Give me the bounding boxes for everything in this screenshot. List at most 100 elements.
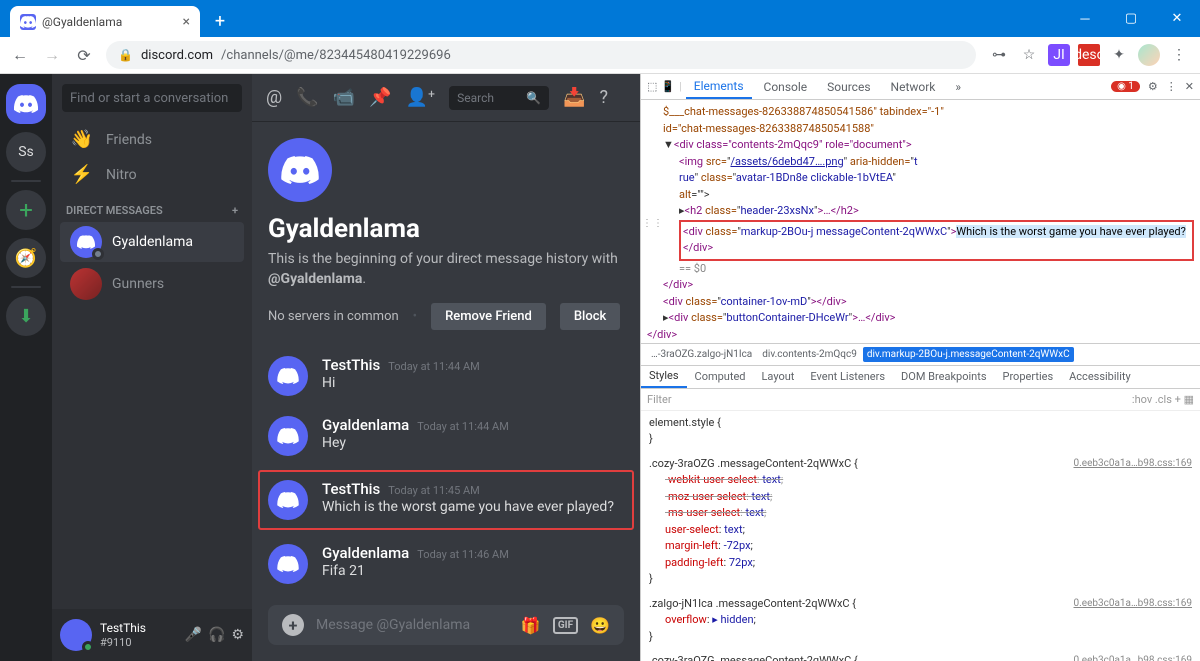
discord-favicon (20, 14, 36, 30)
chat-search[interactable]: Search🔍 (449, 86, 549, 110)
extension-1[interactable]: JI (1048, 44, 1070, 66)
user-area: TestThis#9110 🎤🎧⚙ (52, 609, 252, 661)
menu-icon[interactable]: ⋮ (1168, 44, 1190, 66)
inspect-icon[interactable]: ⬚ (647, 80, 657, 93)
tab-computed[interactable]: Computed (687, 366, 754, 387)
drag-handle[interactable]: ⋮⋮⋮ (641, 218, 664, 229)
message-author: TestThis (322, 356, 380, 374)
styles-panel[interactable]: element.style {}0.eeb3c0a1a…b98.css:169.… (641, 411, 1200, 661)
close-devtools[interactable]: ✕ (1185, 80, 1194, 93)
extensions-icon[interactable]: ✦ (1108, 44, 1130, 66)
window-titlebar: @Gyaldenlama × + ─ ▢ ✕ (0, 0, 1200, 37)
tab-styles[interactable]: Styles (641, 365, 687, 388)
close-window-button[interactable]: ✕ (1154, 0, 1200, 37)
tab-listeners[interactable]: Event Listeners (802, 366, 893, 387)
conversation-search[interactable]: Find or start a conversation (62, 84, 242, 112)
url-input[interactable]: 🔒 discord.com/channels/@me/8234454804192… (106, 41, 976, 69)
tab-network[interactable]: Network (883, 76, 944, 98)
url-path: /channels/@me/823445480419229696 (221, 48, 451, 63)
attach-button[interactable]: + (282, 614, 304, 636)
profile-avatar[interactable] (1138, 44, 1160, 66)
inbox-icon[interactable]: 📥 (563, 87, 585, 108)
mute-icon[interactable]: 🎤 (185, 627, 202, 643)
message[interactable]: GyaldenlamaToday at 11:46 AMFifa 21 (268, 538, 624, 590)
chat-title: Gyaldenlama (268, 214, 624, 244)
message[interactable]: GyaldenlamaToday at 11:44 AMHey (268, 410, 624, 462)
settings-icon[interactable]: ⚙ (1148, 80, 1158, 93)
message-text: Which is the worst game you have ever pl… (322, 499, 624, 515)
message[interactable]: TestThis Today at 11:44 AM Hi (268, 350, 624, 402)
user-name: TestThis (100, 621, 177, 635)
remove-friend-button[interactable]: Remove Friend (431, 303, 546, 330)
tab-properties[interactable]: Properties (995, 366, 1062, 387)
friends-icon: 👋 (70, 129, 94, 150)
video-icon[interactable]: 📹 (333, 87, 355, 108)
chat-description: This is the beginning of your direct mes… (268, 250, 624, 289)
message-author: TestThis (322, 480, 380, 498)
pin-icon[interactable]: 📌 (369, 87, 391, 108)
message-text: Hi (322, 375, 624, 391)
tab-console[interactable]: Console (756, 76, 816, 98)
dom-tree[interactable]: $___chat-messages-826338874850541586" ta… (641, 100, 1200, 343)
extension-2[interactable]: desc (1078, 44, 1100, 66)
tab-accessibility[interactable]: Accessibility (1061, 366, 1139, 387)
filter-input[interactable]: Filter (647, 393, 672, 406)
add-server-button[interactable]: + (6, 190, 46, 230)
message-time: Today at 11:46 AM (417, 548, 509, 561)
back-button[interactable]: ← (10, 45, 30, 65)
tab-breakpoints[interactable]: DOM Breakpoints (893, 366, 994, 387)
help-icon[interactable]: ? (600, 87, 609, 108)
tab-elements[interactable]: Elements (686, 75, 752, 99)
reload-button[interactable]: ⟳ (74, 46, 94, 65)
server-ss[interactable]: Ss (6, 132, 46, 172)
gif-button[interactable]: GIF (553, 617, 578, 634)
home-button[interactable] (6, 84, 46, 124)
dm-column: Find or start a conversation 👋Friends ⚡N… (52, 74, 252, 661)
bookmark-icon[interactable]: ☆ (1018, 44, 1040, 66)
dm-gunners[interactable]: Gunners (60, 264, 244, 304)
style-tabs: Styles Computed Layout Event Listeners D… (641, 365, 1200, 389)
dm-header: DIRECT MESSAGES+ (52, 192, 252, 221)
more-tabs[interactable]: » (947, 76, 969, 98)
input-placeholder: Message @Gyaldenlama (316, 617, 509, 633)
emoji-icon[interactable]: 😀 (590, 616, 610, 635)
tab-layout[interactable]: Layout (754, 366, 803, 387)
gift-icon[interactable]: 🎁 (521, 616, 541, 635)
no-servers-text: No servers in common (268, 309, 399, 324)
at-icon: @ (266, 87, 282, 108)
message-avatar (268, 544, 308, 584)
server-list: Ss + 🧭 ⬇ (0, 74, 52, 661)
create-dm-button[interactable]: + (232, 204, 238, 217)
download-button[interactable]: ⬇ (6, 296, 46, 336)
browser-tab[interactable]: @Gyaldenlama × (10, 6, 200, 37)
call-icon[interactable]: 📞 (296, 87, 318, 108)
address-bar: ← → ⟳ 🔒 discord.com/channels/@me/8234454… (0, 37, 1200, 74)
new-tab-button[interactable]: + (206, 7, 234, 35)
error-badge[interactable]: ◉ 1 (1111, 81, 1140, 92)
nitro-nav[interactable]: ⚡Nitro (60, 158, 244, 191)
message-input[interactable]: + Message @Gyaldenlama 🎁 GIF 😀 (268, 605, 624, 645)
device-icon[interactable]: 📱 (661, 80, 675, 93)
settings-icon[interactable]: ⚙ (231, 627, 244, 643)
tab-sources[interactable]: Sources (819, 76, 878, 98)
deafen-icon[interactable]: 🎧 (208, 627, 225, 643)
explore-button[interactable]: 🧭 (6, 238, 46, 278)
dm-gyaldenlama[interactable]: Gyaldenlama (60, 222, 244, 262)
block-button[interactable]: Block (560, 303, 620, 330)
search-icon: 🔍 (526, 91, 541, 105)
add-friend-icon[interactable]: 👤⁺ (405, 87, 435, 108)
separator (11, 286, 41, 288)
menu-icon[interactable]: ⋮ (1166, 80, 1177, 93)
maximize-button[interactable]: ▢ (1108, 0, 1154, 37)
message-time: Today at 11:45 AM (388, 484, 480, 497)
key-icon[interactable]: ⊶ (988, 44, 1010, 66)
message[interactable]: TestThis Today at 11:45 AM Which is the wo… (258, 470, 634, 530)
message-time: Today at 11:44 AM (388, 360, 480, 373)
forward-button[interactable]: → (42, 45, 62, 65)
minimize-button[interactable]: ─ (1062, 0, 1108, 37)
user-avatar[interactable] (60, 619, 92, 651)
friends-nav[interactable]: 👋Friends (60, 123, 244, 156)
breadcrumb[interactable]: …-3raOZG.zalgo-jN1Ica div.contents-2mQqc… (641, 343, 1200, 365)
close-tab-icon[interactable]: × (183, 14, 190, 30)
message-avatar (268, 480, 308, 520)
